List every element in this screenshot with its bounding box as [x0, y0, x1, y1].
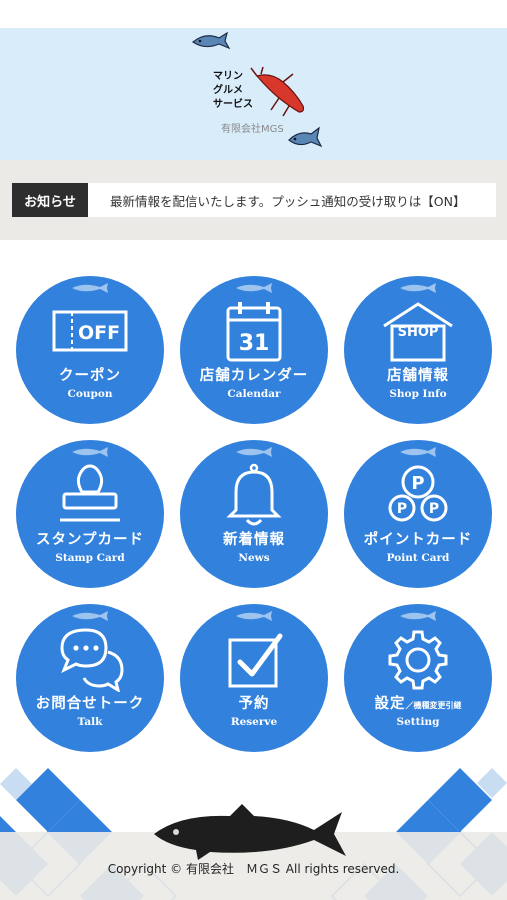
- calendar-button[interactable]: 31 店舗カレンダー Calendar: [180, 276, 328, 424]
- talk-button[interactable]: お問合せトーク Talk: [16, 604, 164, 752]
- menu-label: 予約: [238, 695, 270, 712]
- stamp-icon: [60, 464, 120, 522]
- stamp-card-button[interactable]: スタンプカード Stamp Card: [16, 440, 164, 588]
- menu-label: お問合せトーク: [35, 695, 145, 712]
- setting-button[interactable]: 設定／機種変更引継 Setting: [344, 604, 492, 752]
- menu-label: 設定／機種変更引継: [344, 692, 492, 713]
- logo: マリン グルメ サービス 有限会社MGS: [185, 28, 335, 160]
- news-button[interactable]: 新着情報 News: [180, 440, 328, 588]
- fish-icon: [236, 611, 272, 621]
- menu-sublabel: Stamp Card: [55, 552, 125, 564]
- copyright-text: Copyright © 有限会社 ＭＧＳ All rights reserved…: [107, 862, 400, 876]
- notice-label: お知らせ: [12, 183, 88, 217]
- chat-bubbles-icon: [60, 628, 124, 692]
- menu-label: 店舗カレンダー: [199, 367, 309, 384]
- menu-label-main: 設定: [374, 695, 406, 712]
- app-header: マリン グルメ サービス 有限会社MGS: [0, 28, 507, 160]
- fish-icon: [236, 447, 272, 457]
- tuna-icon: [191, 31, 231, 50]
- shop-info-button[interactable]: SHOP 店舗情報 Shop Info: [344, 276, 492, 424]
- status-bar-area: [0, 0, 507, 28]
- menu-label-sub: ／機種変更引継: [405, 700, 462, 710]
- coupon-off-icon: OFF: [52, 310, 128, 352]
- menu-sublabel: Coupon: [67, 388, 113, 400]
- shop-icon: SHOP: [383, 302, 453, 362]
- calendar-icon-text: 31: [239, 331, 270, 356]
- menu-sublabel: Point Card: [386, 552, 450, 564]
- tuna-icon: [288, 126, 323, 148]
- fish-icon: [400, 447, 436, 457]
- menu-sublabel: Calendar: [227, 388, 281, 400]
- notice-ticker[interactable]: 最新情報を配信いたします。プッシュ通知の受け取りは【ON】: [88, 183, 496, 217]
- checkbox-icon: [228, 633, 283, 688]
- point-icon-text: P: [397, 501, 407, 517]
- menu-sublabel: Reserve: [230, 716, 278, 728]
- menu-sublabel: Talk: [77, 716, 103, 728]
- lobster-icon: [250, 66, 305, 117]
- menu-label: スタンプカード: [35, 531, 145, 548]
- menu-label: 新着情報: [223, 531, 285, 548]
- coupon-icon-text: OFF: [78, 322, 120, 344]
- menu-sublabel: Shop Info: [389, 388, 447, 400]
- fish-icon: [72, 611, 108, 621]
- fish-icon: [72, 283, 108, 293]
- point-coins-icon: P P P: [388, 465, 448, 522]
- coupon-button[interactable]: OFF クーポン Coupon: [16, 276, 164, 424]
- menu-sublabel: News: [238, 552, 270, 564]
- shop-icon-text: SHOP: [398, 325, 439, 340]
- menu-label: 店舗情報: [387, 367, 449, 384]
- company-name: 有限会社MGS: [221, 124, 284, 135]
- fish-silhouette-icon: [154, 804, 346, 860]
- menu-sublabel: Setting: [396, 716, 440, 728]
- menu-label: ポイントカード: [363, 531, 473, 548]
- menu-label: クーポン: [59, 367, 121, 384]
- notice-message: 最新情報を配信いたします。プッシュ通知の受け取りは【ON】: [110, 193, 466, 209]
- reserve-button[interactable]: 予約 Reserve: [180, 604, 328, 752]
- bell-icon: [226, 463, 282, 526]
- point-icon-text: P: [411, 473, 424, 494]
- fish-icon: [400, 283, 436, 293]
- fish-icon: [400, 611, 436, 621]
- calendar-icon: 31: [226, 302, 282, 362]
- point-icon-text: P: [429, 501, 439, 517]
- gear-icon: [388, 630, 448, 690]
- fish-icon: [236, 283, 272, 293]
- point-card-button[interactable]: P P P ポイントカード Point Card: [344, 440, 492, 588]
- fish-icon: [72, 447, 108, 457]
